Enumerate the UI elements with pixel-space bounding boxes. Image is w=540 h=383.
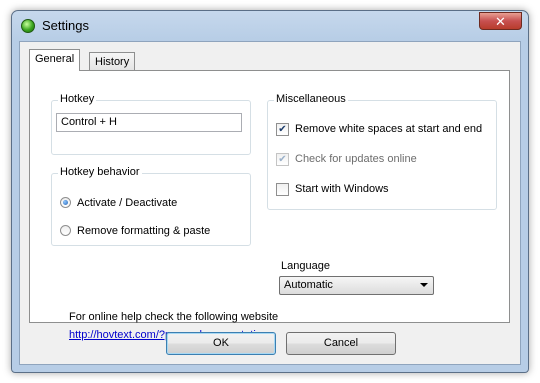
miscellaneous-group: Miscellaneous ✔ Remove white spaces at s… [267, 93, 497, 210]
radio-label: Remove formatting & paste [77, 225, 211, 237]
settings-window: Settings ✕ General History Hotkey Contro… [11, 10, 529, 373]
hotkey-behavior-group: Hotkey behavior Activate / Deactivate Re… [51, 166, 251, 246]
chevron-down-icon[interactable] [420, 283, 428, 287]
hotkey-input[interactable]: Control + H [56, 113, 242, 132]
general-tab-panel: Hotkey Control + H Hotkey behavior Activ… [29, 70, 510, 341]
language-select-value: Automatic [284, 279, 333, 291]
hotkey-group-legend: Hotkey [58, 93, 97, 105]
checkbox-label: Check for updates online [295, 153, 417, 165]
title-bar[interactable]: Settings ✕ [12, 11, 528, 41]
checkbox-label: Remove white spaces at start and end [295, 123, 483, 135]
tab-general[interactable]: General [29, 49, 81, 71]
radio-button-selected[interactable] [60, 197, 71, 208]
language-label: Language [281, 260, 330, 272]
dialog-client-area: General History Hotkey Control + H Hotke… [19, 41, 521, 365]
hotkey-group: Hotkey Control + H [51, 93, 251, 155]
language-select[interactable]: Automatic [279, 276, 434, 295]
window-title: Settings [42, 18, 89, 33]
tab-history[interactable]: History [89, 52, 136, 71]
close-icon: ✕ [495, 14, 506, 29]
cancel-button[interactable]: Cancel [286, 332, 396, 355]
checkbox-box[interactable] [276, 183, 289, 196]
checkmark-icon[interactable]: ✔ [276, 123, 289, 136]
radio-label: Activate / Deactivate [77, 197, 178, 209]
hotkey-behavior-legend: Hotkey behavior [58, 166, 142, 178]
radio-button[interactable] [60, 225, 71, 236]
green-orb-icon [21, 19, 35, 33]
checkmark-icon: ✔ [276, 153, 289, 166]
checkbox-label: Start with Windows [295, 183, 389, 195]
help-text: For online help check the following webs… [69, 311, 279, 323]
miscellaneous-legend: Miscellaneous [274, 93, 348, 105]
close-button[interactable]: ✕ [479, 12, 522, 30]
ok-button[interactable]: OK [166, 332, 276, 355]
